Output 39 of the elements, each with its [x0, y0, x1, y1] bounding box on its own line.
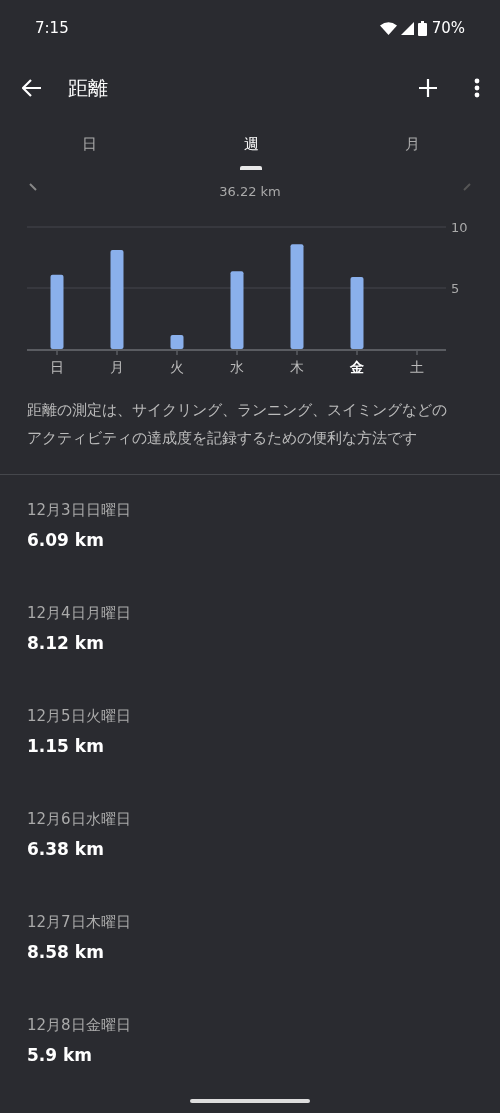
period-tab[interactable]: 月 — [375, 120, 450, 172]
entry-distance: 5.9 km — [27, 1045, 94, 1065]
x-axis-label: 金 — [350, 359, 364, 375]
period-tab[interactable]: 日 — [52, 120, 127, 172]
previous-week-icon[interactable] — [28, 183, 38, 191]
entry-date: 12月5日火曜日 — [27, 707, 132, 726]
add-icon[interactable] — [418, 78, 438, 98]
week-total: 36.22 km — [219, 183, 281, 199]
x-axis-label: 日 — [50, 359, 64, 375]
entry-distance: 8.58 km — [27, 942, 105, 962]
entry-distance: 8.12 km — [27, 633, 105, 653]
battery-percent: 70% — [431, 19, 465, 37]
entry-date: 12月3日日曜日 — [27, 501, 132, 520]
battery-icon — [417, 20, 427, 36]
x-axis-label: 火 — [170, 359, 184, 375]
x-axis-label: 月 — [110, 359, 124, 375]
description-text: 距離の測定は、サイクリング、ランニング、スイミングなどのアクティビティの達成度を記録するための便利な方法です — [27, 400, 448, 449]
next-week-icon[interactable] — [462, 183, 472, 191]
x-axis-label: 木 — [290, 359, 304, 375]
entry-date: 12月4日月曜日 — [27, 604, 132, 623]
back-arrow-icon[interactable] — [22, 79, 42, 97]
page-title: 距離 — [68, 74, 109, 102]
period-tab[interactable]: 週 — [213, 120, 289, 172]
entry-distance: 6.09 km — [27, 530, 105, 550]
x-axis-label: 水 — [230, 359, 244, 375]
y-axis-label: 10 — [451, 220, 468, 235]
entry-date: 12月7日木曜日 — [27, 913, 132, 932]
wifi-icon — [379, 21, 397, 35]
more-options-icon[interactable] — [474, 78, 480, 98]
entry-date: 12月8日金曜日 — [27, 1016, 132, 1035]
bar[interactable] — [50, 274, 64, 349]
status-time: 7:15 — [35, 19, 69, 37]
x-axis-label: 土 — [410, 359, 424, 375]
entry-distance: 6.38 km — [27, 839, 105, 859]
entry-date: 12月6日水曜日 — [27, 810, 132, 829]
signal-icon — [400, 21, 414, 35]
y-axis-label: 5 — [451, 281, 460, 296]
bar[interactable] — [170, 334, 184, 349]
entry-distance: 1.15 km — [27, 736, 105, 756]
